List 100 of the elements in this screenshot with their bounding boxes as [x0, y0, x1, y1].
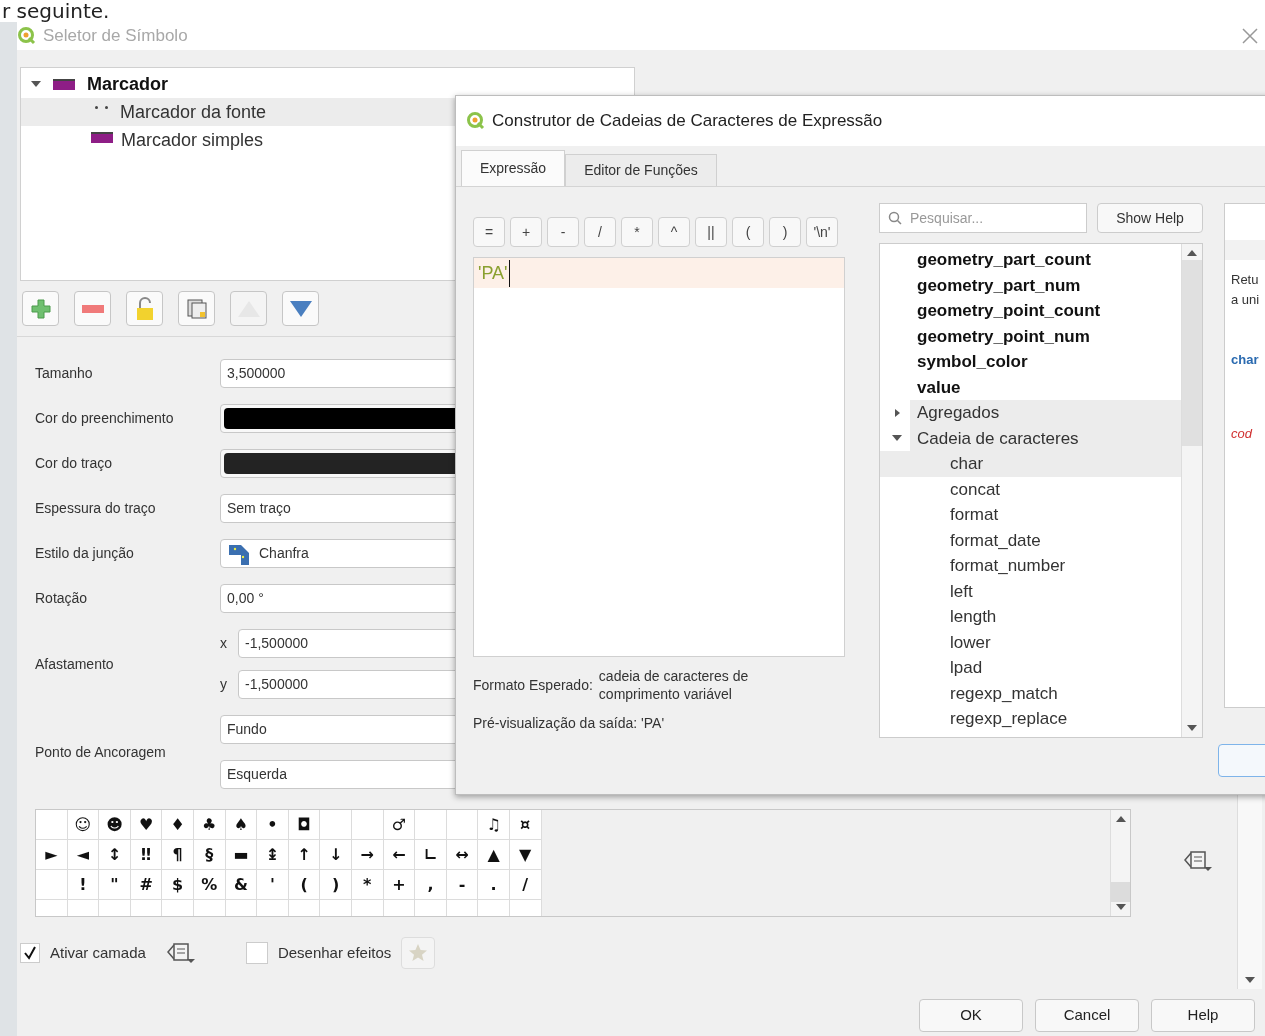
scroll-up-icon[interactable] — [1115, 816, 1126, 822]
character-cell[interactable]: ← — [383, 840, 416, 870]
tab[interactable]: Expressão — [461, 150, 566, 186]
dialog-button[interactable]: Help — [1151, 999, 1255, 1032]
character-cell[interactable]: ↨ — [257, 840, 289, 870]
function-item[interactable]: symbol_color — [880, 349, 1181, 375]
function-item[interactable]: lpad — [880, 655, 1181, 681]
character-cell[interactable]: ♦ — [162, 810, 194, 840]
search-field[interactable]: Pesquisar... — [879, 203, 1087, 233]
character-cell[interactable]: ↔ — [446, 840, 479, 870]
function-item[interactable]: length — [880, 604, 1181, 630]
function-item[interactable]: geometry_part_count — [880, 247, 1181, 273]
character-cell[interactable]: ▬ — [225, 840, 258, 870]
function-item[interactable]: geometry_part_num — [880, 272, 1181, 298]
checkbox[interactable] — [245, 942, 268, 964]
scrollbar[interactable] — [1110, 810, 1130, 916]
character-cell[interactable]: ‼ — [130, 840, 163, 870]
character-cell[interactable]: $ — [162, 870, 194, 900]
show-help-button[interactable]: Show Help — [1097, 203, 1203, 233]
scrollbar[interactable] — [1181, 244, 1202, 737]
operator-button[interactable]: = — [473, 217, 505, 247]
operator-button[interactable]: - — [547, 217, 579, 247]
character-cell[interactable]: / — [509, 870, 542, 900]
operator-button[interactable]: ) — [769, 217, 801, 247]
scrollbar-thumb[interactable] — [1182, 260, 1202, 446]
function-item[interactable]: format_date — [880, 527, 1181, 553]
function-group[interactable]: Agregados — [910, 400, 1181, 426]
function-item[interactable]: geometry_point_num — [880, 323, 1181, 349]
tree-item[interactable]: Marcador — [87, 70, 169, 98]
function-item[interactable]: geometry_point_count — [880, 298, 1181, 324]
character-cell[interactable]: ► — [36, 840, 68, 870]
character-cell[interactable]: ↓ — [320, 840, 352, 870]
character-cell[interactable]: ▲ — [478, 840, 510, 870]
expand-caret-icon[interactable] — [31, 80, 41, 88]
toolbar-button[interactable] — [178, 291, 215, 326]
character-cell[interactable]: ☻ — [99, 810, 131, 840]
scrollbar-thumb[interactable] — [1111, 882, 1130, 902]
operator-button[interactable]: '\n' — [806, 217, 838, 247]
character-cell[interactable]: • — [257, 810, 289, 840]
dialog-button[interactable]: OK — [919, 999, 1023, 1032]
character-cell[interactable]: → — [351, 840, 384, 870]
function-item[interactable]: regexp_replace — [880, 706, 1181, 732]
character-cell[interactable]: ∟ — [415, 840, 447, 870]
function-group[interactable]: Cadeia de caracteres — [910, 425, 1181, 451]
character-cell[interactable]: ↕ — [99, 840, 131, 870]
dialog-button[interactable]: Cancel — [1035, 999, 1139, 1032]
close-icon[interactable] — [1241, 27, 1259, 45]
toolbar-button[interactable] — [126, 291, 163, 326]
character-cell[interactable]: ¶ — [162, 840, 194, 870]
character-cell[interactable]: ▼ — [509, 840, 542, 870]
character-cell[interactable]: ( — [288, 870, 321, 900]
function-item[interactable]: left — [880, 578, 1181, 604]
character-cell[interactable]: ♫ — [478, 810, 510, 840]
character-cell[interactable]: ◘ — [288, 810, 321, 840]
layer-properties-icon[interactable] — [165, 941, 196, 965]
character-cell[interactable]: " — [99, 870, 131, 900]
character-cell[interactable]: % — [193, 870, 226, 900]
layer-properties-icon[interactable] — [1183, 849, 1213, 873]
character-cell[interactable]: ☺ — [67, 810, 100, 840]
operator-button[interactable]: ( — [732, 217, 764, 247]
toolbar-button[interactable] — [22, 291, 59, 326]
function-item[interactable]: lower — [880, 629, 1181, 655]
function-item[interactable]: format — [880, 502, 1181, 528]
function-item[interactable]: format_number — [880, 553, 1181, 579]
function-item[interactable]: concat — [880, 476, 1181, 502]
character-cell[interactable]: . — [478, 870, 510, 900]
character-cell[interactable]: * — [351, 870, 384, 900]
scroll-down-icon[interactable] — [1187, 725, 1197, 731]
character-cell[interactable]: - — [446, 870, 479, 900]
character-cell[interactable]: # — [130, 870, 163, 900]
checkbox[interactable] — [20, 943, 40, 963]
character-cell[interactable]: ) — [320, 870, 352, 900]
operator-button[interactable]: * — [621, 217, 653, 247]
help-link[interactable]: char — [1231, 350, 1265, 370]
dialog-button[interactable] — [1218, 744, 1265, 777]
operator-button[interactable]: || — [695, 217, 727, 247]
character-cell[interactable]: ↑ — [288, 840, 321, 870]
operator-button[interactable]: / — [584, 217, 616, 247]
character-cell[interactable]: ♣ — [193, 810, 226, 840]
character-cell[interactable]: & — [225, 870, 258, 900]
character-cell[interactable]: § — [193, 840, 226, 870]
toolbar-button[interactable] — [74, 291, 111, 326]
character-cell[interactable]: + — [383, 870, 416, 900]
character-cell[interactable]: ¤ — [509, 810, 542, 840]
character-cell[interactable]: ! — [67, 870, 100, 900]
scroll-up-icon[interactable] — [1187, 250, 1197, 256]
toolbar-button[interactable] — [282, 291, 319, 326]
character-cell[interactable]: ♥ — [130, 810, 163, 840]
character-cell[interactable]: ♂ — [383, 810, 416, 840]
function-item[interactable]: value — [880, 374, 1181, 400]
tab[interactable]: Editor de Funções — [565, 154, 717, 186]
character-cell[interactable]: , — [415, 870, 447, 900]
effects-button[interactable] — [401, 937, 436, 969]
character-cell[interactable]: ' — [257, 870, 289, 900]
function-item[interactable]: char — [880, 451, 1181, 477]
scroll-down-icon[interactable] — [1245, 977, 1255, 983]
scroll-down-icon[interactable] — [1115, 904, 1126, 910]
character-cell[interactable]: ♠ — [225, 810, 258, 840]
operator-button[interactable]: ^ — [658, 217, 690, 247]
operator-button[interactable]: + — [510, 217, 542, 247]
